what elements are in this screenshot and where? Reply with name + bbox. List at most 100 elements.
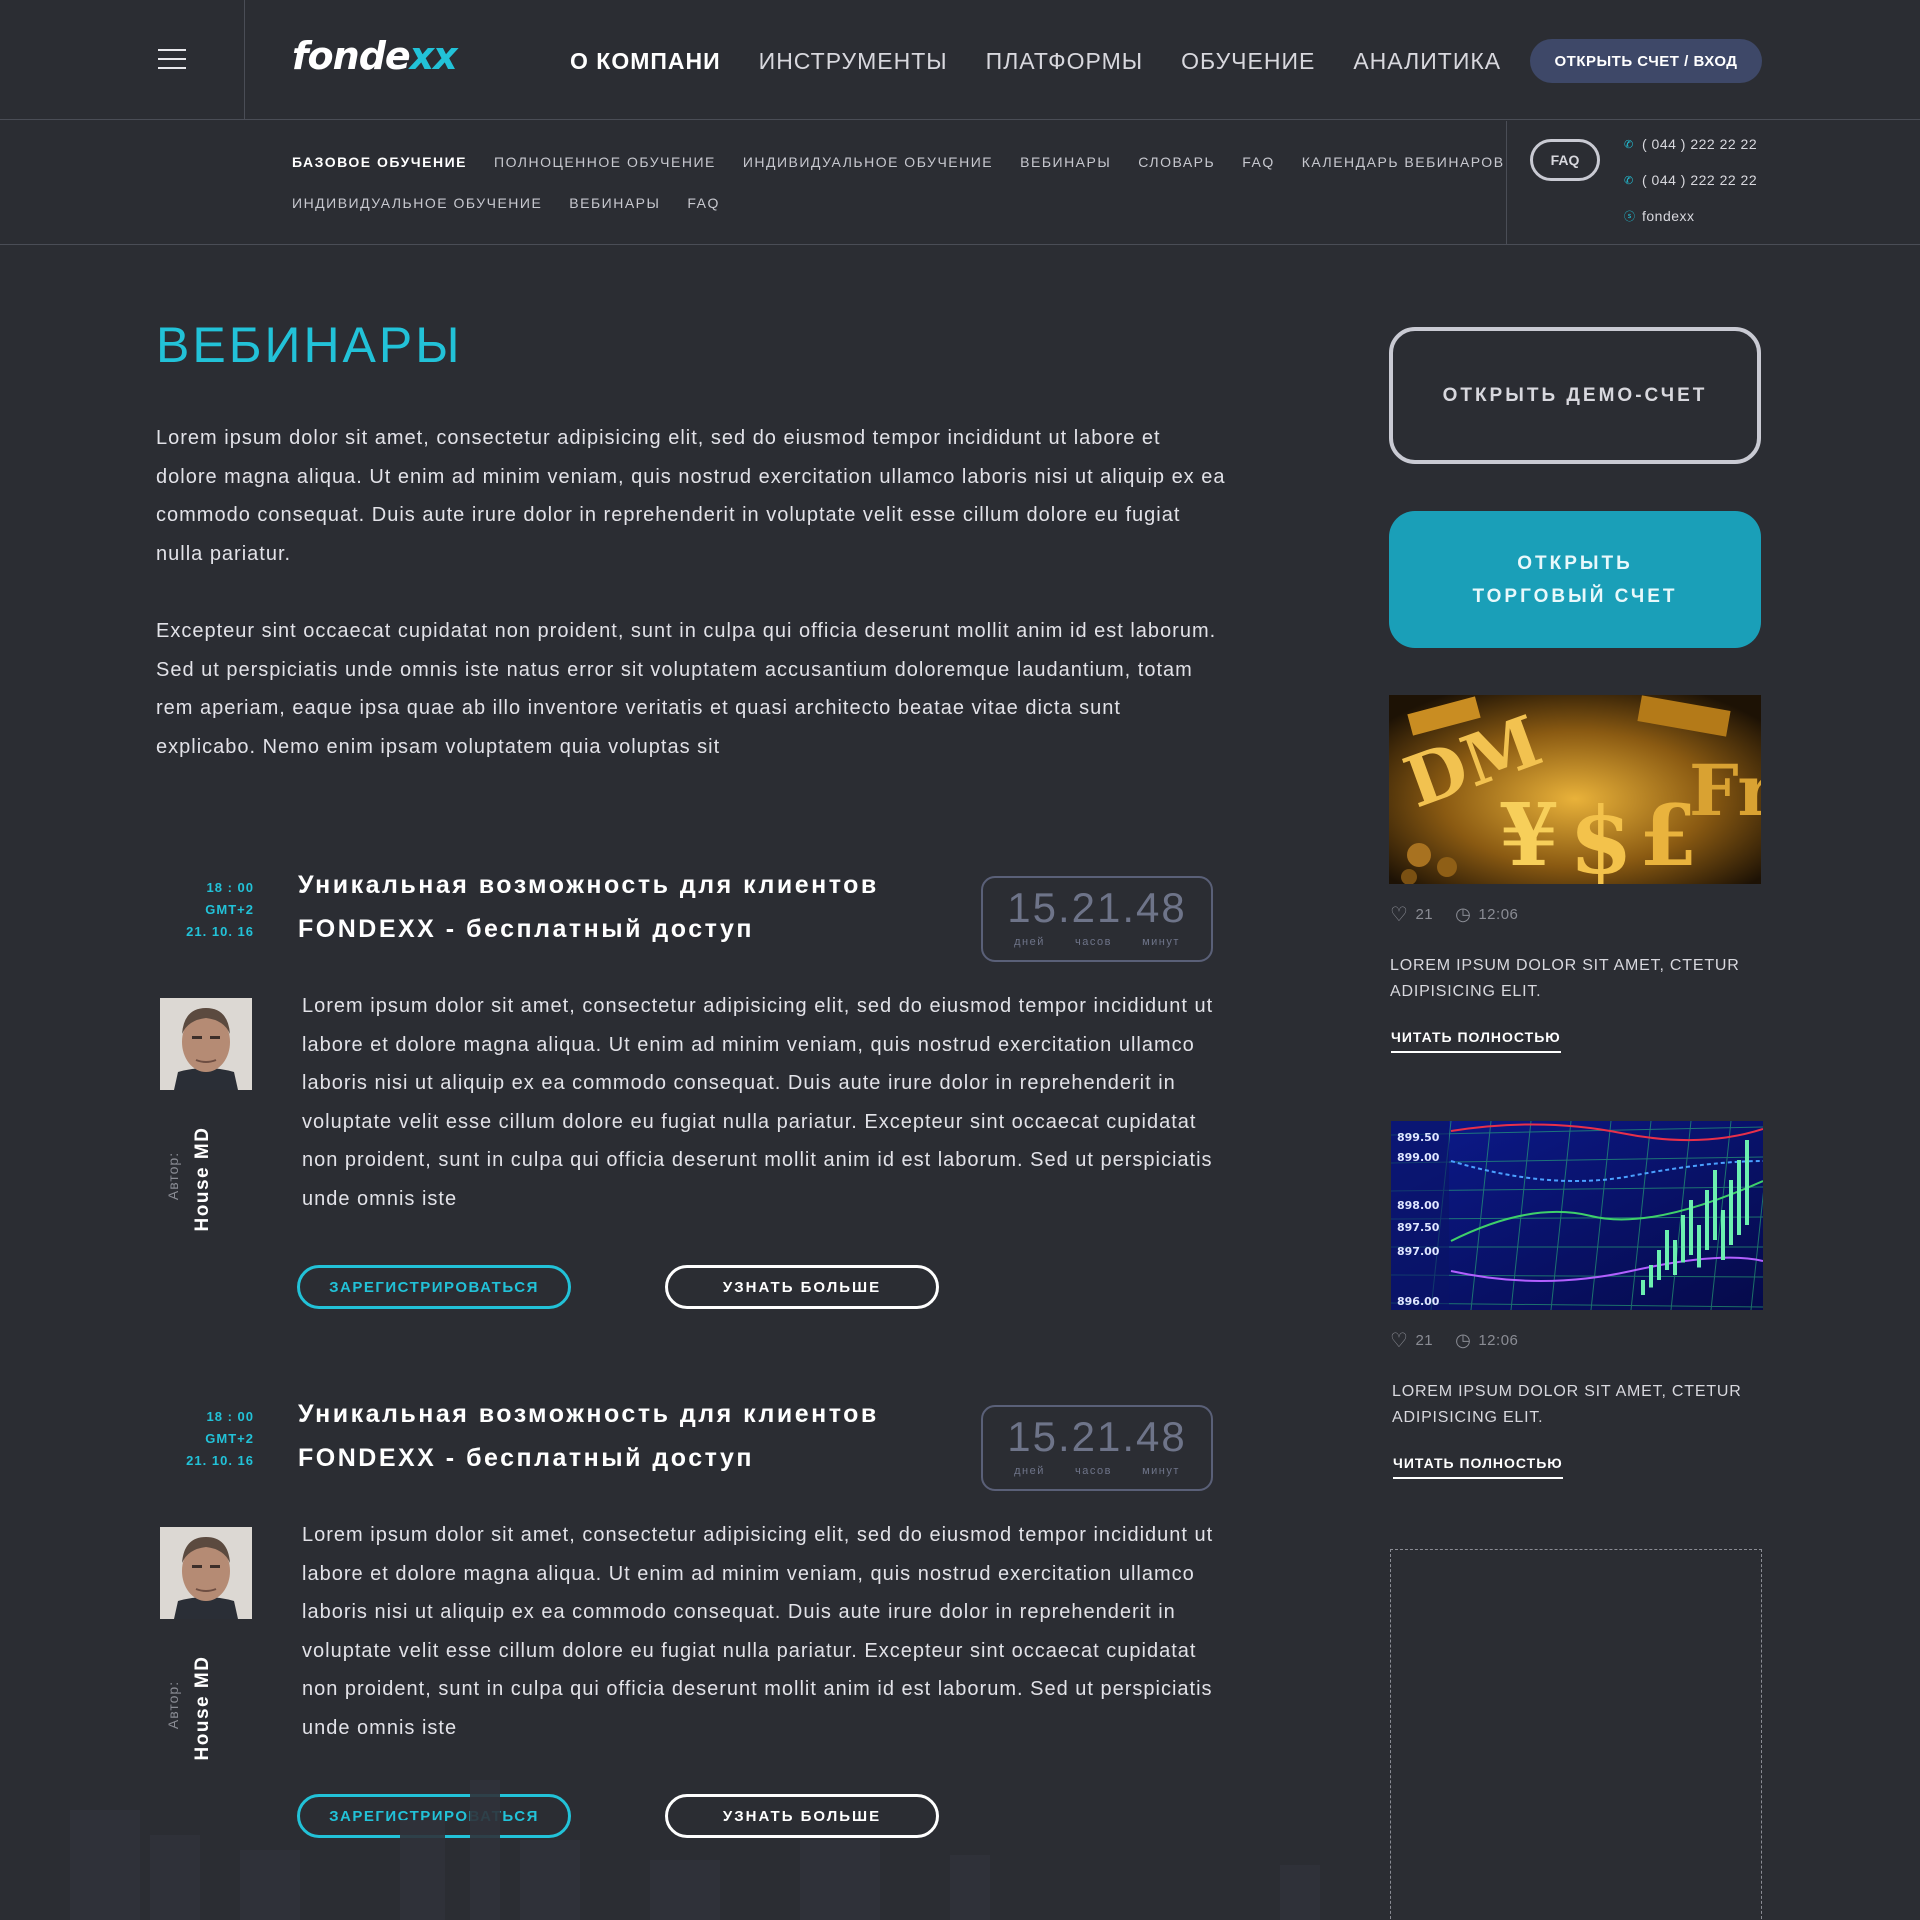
subnav-item-faq[interactable]: FAQ xyxy=(1242,154,1275,170)
subnav-row-2: ИНДИВИДУАЛЬНОЕ ОБУЧЕНИЕ ВЕБИНАРЫ FAQ xyxy=(292,195,720,211)
timer-label-minutes: минут xyxy=(1142,1465,1180,1477)
chart-candle xyxy=(1657,1250,1661,1280)
webinar-description: Lorem ipsum dolor sit amet, consectetur … xyxy=(302,995,1214,1210)
chart-candle xyxy=(1641,1280,1645,1295)
header-divider xyxy=(244,0,245,120)
news-card-meta: ♡ 21 ◷ 12:06 xyxy=(1390,1328,1518,1353)
countdown-digits: 15.21.48 xyxy=(1007,884,1187,931)
news-card-meta: ♡ 21 ◷ 12:06 xyxy=(1390,902,1518,927)
faq-button[interactable]: FAQ xyxy=(1530,139,1600,181)
author-label: Автор: xyxy=(165,1151,181,1201)
subnav-item-calendar[interactable]: КАЛЕНДАРЬ ВЕБИНАРОВ xyxy=(1302,154,1505,170)
read-more-link[interactable]: ЧИТАТЬ ПОЛНОСТЬЮ xyxy=(1391,1029,1561,1053)
webinar-datetime: 18 : 00 GMT+2 21. 10. 16 xyxy=(186,880,254,939)
chart-candle xyxy=(1705,1190,1709,1250)
phone-contact-2[interactable]: ✆ ( 044 ) 222 22 22 xyxy=(1624,172,1757,188)
chart-tick-label: 899.50 xyxy=(1397,1131,1440,1144)
subnav-item-individual-2[interactable]: ИНДИВИДУАЛЬНОЕ ОБУЧЕНИЕ xyxy=(292,195,542,211)
subnav-item-webinars-2[interactable]: ВЕБИНАРЫ xyxy=(569,195,660,211)
main-nav: О КОМПАНИ ИНСТРУМЕНТЫ ПЛАТФОРМЫ ОБУЧЕНИЕ… xyxy=(570,48,1501,75)
chart-candle xyxy=(1665,1230,1669,1270)
author-name: House MD xyxy=(192,1126,213,1232)
intro-paragraph-2: Excepteur sint occaecat cupidatat non pr… xyxy=(156,620,1217,758)
svg-text:$: $ xyxy=(1569,787,1633,884)
webinar-title[interactable]: Уникальная возможность для клиентов FOND… xyxy=(298,1392,938,1480)
post-time: 12:06 xyxy=(1478,906,1519,923)
subnav-item-glossary[interactable]: СЛОВАРЬ xyxy=(1138,154,1215,170)
svg-text:¥: ¥ xyxy=(1499,785,1559,884)
city-skyline-background xyxy=(70,1780,1320,1920)
post-time: 12:06 xyxy=(1478,1332,1519,1349)
clock-icon: ◷ xyxy=(1455,904,1472,924)
phone-number: ( 044 ) 222 22 22 xyxy=(1642,172,1758,188)
news-card-image-currency[interactable]: DM ¥ $ £ Fr xyxy=(1389,695,1761,884)
webinar-description: Lorem ipsum dolor sit amet, consectetur … xyxy=(302,1524,1214,1739)
chart-candle xyxy=(1681,1215,1685,1263)
subnav-item-basic[interactable]: БАЗОВОЕ ОБУЧЕНИЕ xyxy=(292,154,467,170)
chart-tick-label: 898.00 xyxy=(1397,1199,1440,1212)
clock-icon: ◷ xyxy=(1455,1330,1472,1350)
chart-candle xyxy=(1713,1170,1717,1240)
register-button[interactable]: ЗАРЕГИСТРИРОВАТЬСЯ xyxy=(297,1265,571,1309)
top-header: fondexx О КОМПАНИ ИНСТРУМЕНТЫ ПЛАТФОРМЫ … xyxy=(0,0,1920,120)
timer-label-minutes: минут xyxy=(1142,936,1180,948)
skype-contact[interactable]: ⓢ fondexx xyxy=(1624,208,1695,224)
likes-count: 21 xyxy=(1415,1332,1434,1349)
timer-label-days: дней xyxy=(1014,936,1045,948)
chart-candle xyxy=(1737,1160,1741,1235)
nav-item-instruments[interactable]: ИНСТРУМЕНТЫ xyxy=(759,48,948,75)
phone-icon: ✆ xyxy=(1624,138,1634,151)
author-name: House MD xyxy=(192,1655,213,1761)
learn-more-button[interactable]: УЗНАТЬ БОЛЬШЕ xyxy=(665,1265,939,1309)
subnav-row-1: БАЗОВОЕ ОБУЧЕНИЕ ПОЛНОЦЕННОЕ ОБУЧЕНИЕ ИН… xyxy=(292,154,1505,170)
page-title: ВЕБИНАРЫ xyxy=(156,317,463,373)
nav-item-education[interactable]: ОБУЧЕНИЕ xyxy=(1181,48,1315,75)
chart-tick-label: 899.00 xyxy=(1397,1151,1440,1164)
subnav-item-webinars[interactable]: ВЕБИНАРЫ xyxy=(1020,154,1111,170)
chart-candle xyxy=(1729,1180,1733,1245)
author-label: Автор: xyxy=(165,1680,181,1730)
heart-icon[interactable]: ♡ xyxy=(1390,1328,1408,1353)
chart-candle xyxy=(1673,1240,1677,1275)
news-card-image-chart[interactable]: 899.50 899.00 898.00 897.50 897.00 896.00 xyxy=(1391,1121,1763,1310)
nav-item-platforms[interactable]: ПЛАТФОРМЫ xyxy=(986,48,1143,75)
news-card-text: LOREM IPSUM DOLOR SIT AMET, CTETUR ADIPI… xyxy=(1392,1383,1742,1426)
timer-label-hours: часов xyxy=(1075,936,1112,948)
author-avatar xyxy=(160,1527,252,1619)
skype-icon: ⓢ xyxy=(1624,211,1636,223)
subnav-item-faq-2[interactable]: FAQ xyxy=(687,195,720,211)
subnav-item-full[interactable]: ПОЛНОЦЕННОЕ ОБУЧЕНИЕ xyxy=(494,154,716,170)
phone-icon: ✆ xyxy=(1624,174,1634,187)
phone-number: ( 044 ) 222 22 22 xyxy=(1642,136,1758,152)
subheader-divider xyxy=(1506,121,1507,245)
logo[interactable]: fondexx xyxy=(292,34,458,78)
chart-tick-label: 896.00 xyxy=(1397,1295,1440,1308)
svg-text:Fr: Fr xyxy=(1689,749,1761,832)
chart-candle xyxy=(1697,1225,1701,1268)
author-avatar xyxy=(160,998,252,1090)
author-info: Автор: House MD xyxy=(158,1639,213,1761)
chart-candle xyxy=(1745,1140,1749,1225)
skype-name: fondexx xyxy=(1642,208,1695,224)
intro-paragraph-1: Lorem ipsum dolor sit amet, consectetur … xyxy=(156,427,1226,565)
likes-count: 21 xyxy=(1415,906,1434,923)
hamburger-menu-icon[interactable] xyxy=(158,49,186,69)
subnav-item-individual[interactable]: ИНДИВИДУАЛЬНОЕ ОБУЧЕНИЕ xyxy=(743,154,993,170)
countdown-timer: 15.21.48 дней часов минут xyxy=(981,876,1213,962)
author-info: Автор: House MD xyxy=(158,1110,213,1232)
open-account-login-button[interactable]: ОТКРЫТЬ СЧЕТ / ВХОД xyxy=(1530,39,1762,83)
heart-icon[interactable]: ♡ xyxy=(1390,902,1408,927)
phone-contact-1[interactable]: ✆ ( 044 ) 222 22 22 xyxy=(1624,136,1757,152)
open-trading-account-button[interactable]: ОТКРЫТЬ ТОРГОВЫЙ СЧЕТ xyxy=(1389,511,1761,648)
chart-tick-label: 897.00 xyxy=(1397,1245,1440,1258)
news-card-text: LOREM IPSUM DOLOR SIT AMET, CTETUR ADIPI… xyxy=(1390,957,1740,1000)
open-demo-account-button[interactable]: ОТКРЫТЬ ДЕМО-СЧЕТ xyxy=(1389,327,1761,464)
countdown-timer: 15.21.48 дней часов минут xyxy=(981,1405,1213,1491)
nav-item-company[interactable]: О КОМПАНИ xyxy=(570,48,721,75)
chart-candle xyxy=(1721,1210,1725,1260)
chart-candle xyxy=(1689,1200,1693,1255)
webinar-title[interactable]: Уникальная возможность для клиентов FOND… xyxy=(298,863,938,951)
read-more-link[interactable]: ЧИТАТЬ ПОЛНОСТЬЮ xyxy=(1393,1455,1563,1479)
timer-label-days: дней xyxy=(1014,1465,1045,1477)
nav-item-analytics[interactable]: АНАЛИТИКА xyxy=(1353,48,1501,75)
